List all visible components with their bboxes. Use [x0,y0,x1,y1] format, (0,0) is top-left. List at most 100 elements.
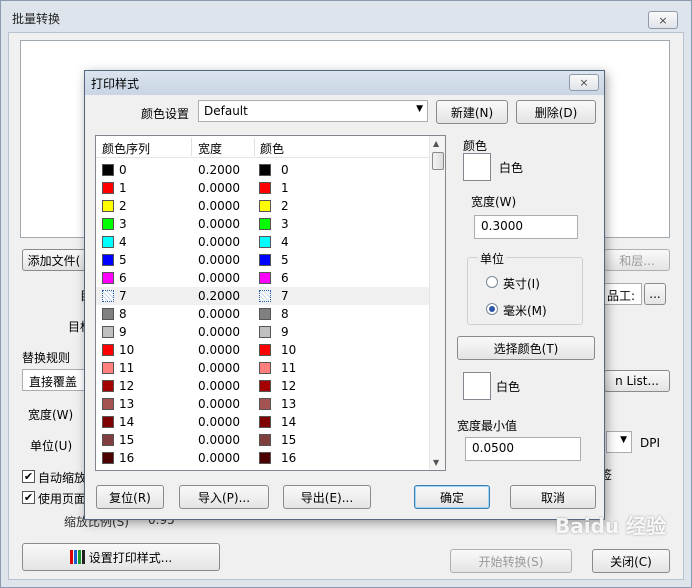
list-item[interactable]: 5 0.0000 5 [96,251,429,269]
row-index: 7 [119,289,127,303]
color-swatch [102,236,114,248]
row-color-name: 0 [281,163,289,177]
choose-color-button[interactable]: 选择颜色(T) [457,336,595,360]
list-button[interactable]: n List... [604,370,670,392]
set-print-style-label: 设置打印样式... [88,550,173,565]
list-item[interactable]: 4 0.0000 4 [96,233,429,251]
list-item[interactable]: 6 0.0000 6 [96,269,429,287]
color-setting-value: Default [204,104,248,118]
header-divider [191,138,192,156]
new-button[interactable]: 新建(N) [436,100,508,124]
row-color-name: 4 [281,235,289,249]
watermark: Baidu 经验 [555,510,685,580]
window-title: 批量转换 [12,12,61,26]
scroll-up-icon[interactable]: ▲ [433,139,439,148]
row-index: 16 [119,451,135,465]
row-width: 0.0000 [198,325,240,339]
dialog-title-bar [85,71,604,95]
dialog-close-button[interactable]: × [569,74,599,91]
window-close-button[interactable]: × [648,11,678,29]
row-index: 6 [119,271,127,285]
width-label: 宽度(W) [471,195,517,209]
color-swatch [102,182,114,194]
output-field[interactable]: 品工: [604,283,642,305]
set-print-style-button[interactable]: 设置打印样式... [22,543,220,571]
browse-button[interactable]: ... [644,283,666,305]
list-item[interactable]: 10 0.0000 10 [96,341,429,359]
delete-button[interactable]: 删除(D) [516,100,596,124]
color-swatch [102,362,114,374]
start-convert-button[interactable]: 开始转换(S) [450,549,572,573]
pencils-icon [69,550,85,564]
list-item[interactable]: 9 0.0000 9 [96,323,429,341]
list-item[interactable]: 7 0.2000 7 [96,287,429,305]
row-color-name: 8 [281,307,289,321]
add-file-button[interactable]: 添加文件( [22,249,86,271]
row-width: 0.2000 [198,289,240,303]
color-swatch [259,182,271,194]
row-color-name: 10 [281,343,297,357]
chevron-down-icon: ▼ [416,104,423,114]
color-swatch [259,254,271,266]
color-swatch [259,398,271,410]
row-width: 0.0000 [198,271,240,285]
row-index: 8 [119,307,127,321]
import-button[interactable]: 导入(P)... [179,485,269,509]
list-item[interactable]: 17 0.0000 17 [96,467,429,470]
row-index: 5 [119,253,127,267]
list-item[interactable]: 14 0.0000 14 [96,413,429,431]
replace-rule-select[interactable]: 直接覆盖 [22,369,86,391]
color-swatch [102,398,114,410]
color-swatch [259,416,271,428]
list-item[interactable]: 8 0.0000 8 [96,305,429,323]
row-color-name: 3 [281,217,289,231]
color-swatch [102,416,114,428]
unit-inch-radio[interactable] [486,276,498,288]
color-setting-select[interactable]: Default ▼ [198,100,428,122]
dpi-select[interactable]: ▼ [606,431,632,453]
cancel-button[interactable]: 取消 [510,485,596,509]
use-page-checkbox[interactable]: ✔ [22,491,35,504]
color-swatch [259,236,271,248]
row-index: 17 [119,469,134,470]
color-swatch [102,200,114,212]
list-item[interactable]: 11 0.0000 11 [96,359,429,377]
list-item[interactable]: 3 0.0000 3 [96,215,429,233]
list-item[interactable]: 15 0.0000 15 [96,431,429,449]
color-swatch [259,362,271,374]
list-item[interactable]: 0 0.2000 0 [96,161,429,179]
row-width: 0.0000 [198,379,240,393]
row-color-name: 16 [281,451,297,465]
color-swatch [102,344,114,356]
close-icon: × [579,76,589,89]
export-button[interactable]: 导出(E)... [283,485,371,509]
width-input[interactable]: 0.3000 [474,215,578,239]
dialog-title: 打印样式 [91,77,140,91]
ok-button[interactable]: 确定 [414,485,490,509]
row-color-name: 14 [281,415,297,429]
auto-scale-checkbox[interactable]: ✔ [22,470,35,483]
row-index: 14 [119,415,135,429]
color-swatch [102,290,114,302]
color-list[interactable]: 颜色序列 宽度 颜色 0 0.2000 0 1 0.0000 1 2 0.0000 2 3 0.00… [95,135,446,471]
list-scrollbar[interactable]: ▲ ▼ [429,136,445,470]
row-color-name: 2 [281,199,289,213]
color-swatch [102,380,114,392]
list-item[interactable]: 13 0.0000 13 [96,395,429,413]
min-width-input[interactable]: 0.0500 [465,437,581,461]
reset-button[interactable]: 复位(R) [96,485,164,509]
min-width-label: 宽度最小值 [457,419,518,433]
scroll-down-icon[interactable]: ▼ [433,458,439,467]
list-item[interactable]: 1 0.0000 1 [96,179,429,197]
color-swatch [102,272,114,284]
header-divider [254,138,255,156]
row-index: 4 [119,235,127,249]
row-color-name: 17 [281,469,296,470]
list-item[interactable]: 2 0.0000 2 [96,197,429,215]
color-swatch [259,290,271,302]
unit-mm-radio[interactable] [486,303,498,315]
list-item[interactable]: 12 0.0000 12 [96,377,429,395]
color-swatch [259,434,271,446]
list-item[interactable]: 16 0.0000 16 [96,449,429,467]
scroll-thumb[interactable] [432,152,444,170]
